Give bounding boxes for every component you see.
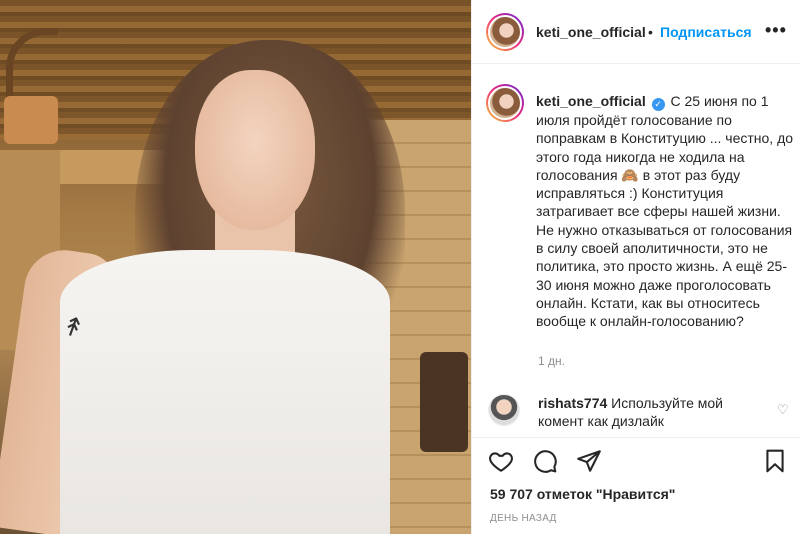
post-photo[interactable]: ↟: [0, 0, 471, 534]
comment-like-heart-icon[interactable]: ♡: [777, 402, 789, 418]
post-caption: keti_one_official ✓ С 25 июня по 1 июля …: [536, 92, 796, 331]
commenter-username[interactable]: rishats774: [538, 395, 607, 411]
paper-plane-icon[interactable]: [576, 448, 604, 476]
caption-username[interactable]: keti_one_official: [536, 93, 646, 109]
heart-icon[interactable]: [488, 448, 516, 476]
comment-bubble-icon[interactable]: [532, 448, 560, 476]
comment-item: rishats774 Используйте мой комент как ди…: [472, 388, 800, 438]
post-header: keti_one_official • Подписаться •••: [472, 0, 800, 64]
header-separator: •: [648, 24, 653, 40]
caption-text-2: в этот раз буду исправляться :) Конститу…: [536, 166, 793, 330]
photo-dress: [60, 250, 390, 534]
verified-badge-icon: ✓: [651, 98, 665, 111]
more-options-icon[interactable]: •••: [765, 20, 787, 41]
post-date[interactable]: ДЕНЬ НАЗАД: [490, 513, 557, 524]
author-username[interactable]: keti_one_official: [536, 24, 646, 40]
photo-face: [195, 70, 315, 230]
photo-lamp: [4, 96, 58, 144]
commenter-avatar[interactable]: [488, 394, 520, 426]
post-panel: keti_one_official • Подписаться ••• keti…: [471, 0, 800, 534]
monkey-emoji-icon: 🙈: [621, 166, 639, 183]
photo-cabinet: [420, 352, 468, 452]
caption-section: keti_one_official ✓ С 25 июня по 1 июля …: [472, 64, 800, 382]
bookmark-icon[interactable]: [762, 448, 790, 476]
action-bar: [472, 437, 800, 485]
caption-time[interactable]: 1 дн.: [538, 354, 565, 368]
caption-avatar[interactable]: [486, 84, 524, 122]
comment-text: rishats774 Используйте мой комент как ди…: [538, 394, 768, 431]
likes-count[interactable]: 59 707 отметок "Нравится": [490, 486, 675, 502]
author-avatar[interactable]: [486, 13, 524, 51]
follow-button[interactable]: Подписаться: [660, 24, 752, 40]
